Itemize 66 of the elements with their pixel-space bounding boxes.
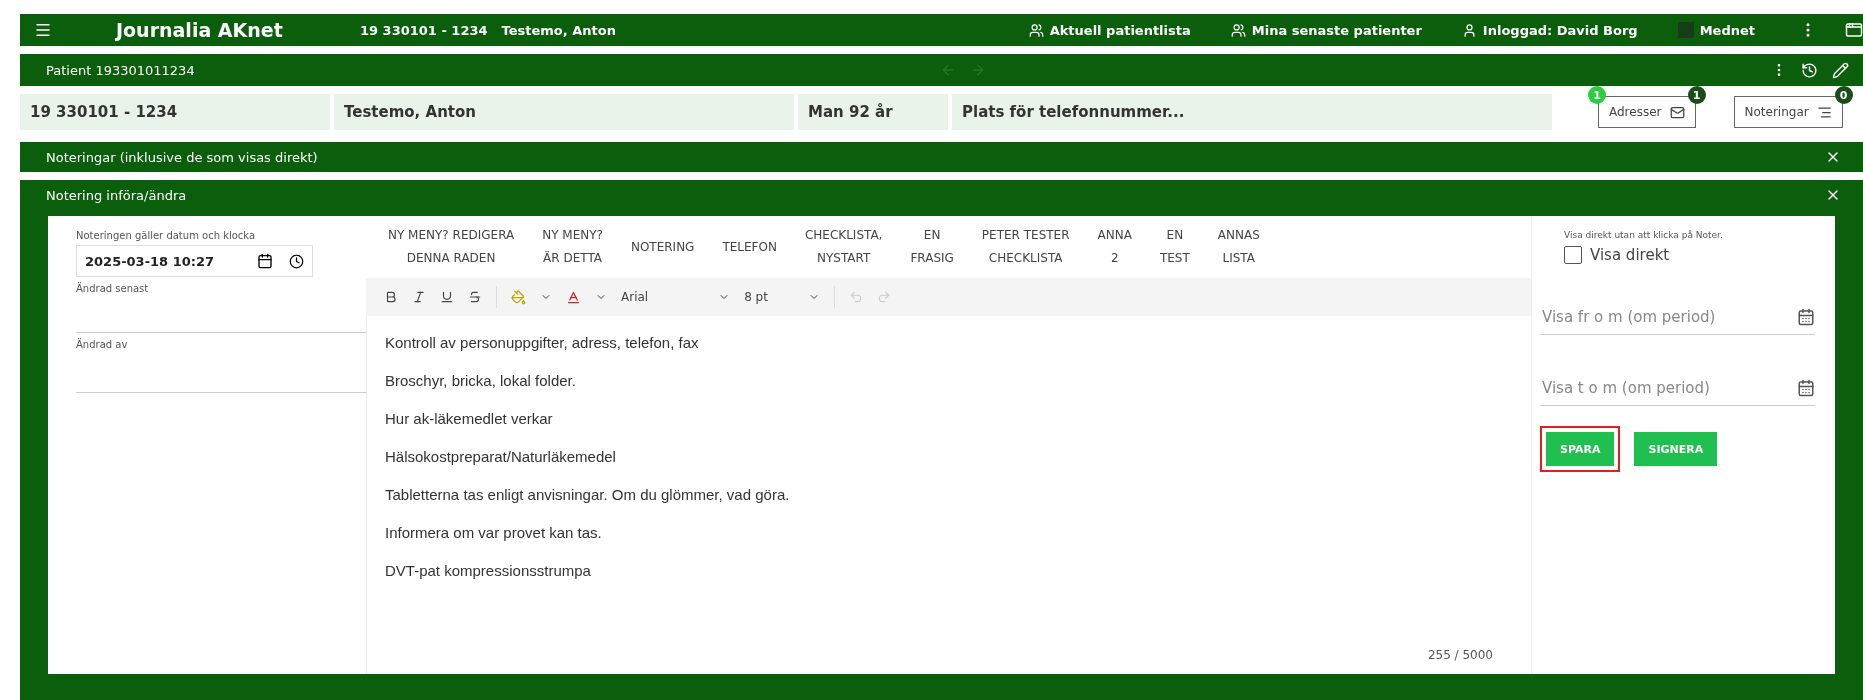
square-icon <box>1677 22 1694 38</box>
editor-line: DVT-pat kompressionsstrumpa <box>385 562 592 579</box>
highlight-color-icon[interactable] <box>511 289 526 305</box>
phrase-menu-item[interactable]: NY MENY? REDIGERA DENNA RADEN <box>376 224 527 270</box>
phrase-menu-item[interactable]: ANNA 2 <box>1085 224 1144 270</box>
app-title: Journalia AKnet <box>116 19 284 41</box>
header-link[interactable]: Inloggad: David Borg <box>1461 22 1638 38</box>
info-cell: Man 92 år <box>798 94 948 130</box>
patient-name: Testemo, Anton <box>501 22 616 38</box>
character-counter: 255 / 5000 <box>1427 648 1493 662</box>
header-link[interactable]: Mednet <box>1677 22 1755 38</box>
group-icon <box>1230 22 1246 38</box>
italic-icon[interactable] <box>412 290 426 304</box>
bold-icon[interactable] <box>384 290 398 304</box>
phrase-menu-item[interactable]: CHECKLISTA, NYSTART <box>792 224 895 270</box>
patient-bar-title: Patient 193301011234 <box>46 62 196 78</box>
phrase-menu-item[interactable]: NY MENY? ÄR DETTA <box>530 224 615 270</box>
phrase-menu-item[interactable]: EN TEST <box>1147 224 1202 270</box>
editor-line: Kontroll av personuppgifter, adress, telefon, fax <box>385 334 700 351</box>
person-icon <box>1461 22 1477 38</box>
phrase-menu-item[interactable]: TELEFON <box>710 235 789 259</box>
phrase-menu-item[interactable]: EN FRASIG <box>898 224 966 270</box>
size-select[interactable]: 8 pt <box>744 290 820 304</box>
calendar-icon[interactable] <box>257 253 273 269</box>
header-link[interactable]: Aktuell patientlista <box>1028 22 1191 38</box>
phrase-menu-item[interactable]: PETER TESTER CHECKLISTA <box>969 224 1082 270</box>
editor-line: Tabletterna tas enligt anvisningar. Om du glömmer, vad göra. <box>385 486 791 503</box>
info-cell: Testemo, Anton <box>334 94 794 130</box>
calendar-icon[interactable] <box>1797 308 1815 326</box>
underline-icon[interactable] <box>440 290 454 304</box>
section-title: Notering införa/ändra <box>46 187 187 203</box>
checkbox[interactable] <box>1564 246 1582 264</box>
phrase-menu-item[interactable]: ANNAS LISTA <box>1205 224 1272 270</box>
count-badge: 1 <box>1588 86 1606 104</box>
strikethrough-icon[interactable] <box>468 290 482 304</box>
count-badge: 0 <box>1834 86 1853 104</box>
calendar-icon[interactable] <box>1797 379 1815 397</box>
lines-icon <box>1816 104 1832 120</box>
group-icon <box>1028 22 1044 38</box>
info-cell: Plats för telefonnummer... <box>952 94 1552 130</box>
clock-icon[interactable] <box>289 253 304 269</box>
mail-icon <box>1669 104 1685 120</box>
field-hint: Visa direkt utan att klicka på Noter. <box>1564 230 1724 240</box>
phrase-menu-item[interactable]: NOTERING <box>618 235 707 259</box>
editor-line: Hälsokostpreparat/Naturläkemedel <box>385 448 617 465</box>
font-select[interactable]: Arial <box>621 290 731 304</box>
editor-line: Informera om var provet kan tas. <box>385 524 603 541</box>
date-field[interactable]: 2025-03-18 10:27 <box>76 245 313 277</box>
field-label: Ändrad av <box>76 339 129 350</box>
info-cell: 19 330101 - 1234 <box>20 94 330 130</box>
editor-line: Broschyr, bricka, lokal folder. <box>385 372 577 389</box>
text-color-icon[interactable] <box>566 289 581 305</box>
date-to-field[interactable]: Visa t o m (om period) <box>1540 378 1797 398</box>
window-icon[interactable] <box>1845 21 1863 39</box>
date-from-field[interactable]: Visa fr o m (om period) <box>1540 307 1797 327</box>
field-label: Noteringen gäller datum och klocka <box>76 230 257 241</box>
header-link[interactable]: Mina senaste patienter <box>1230 22 1422 38</box>
section-title: Noteringar (inklusive de som visas direkt) <box>46 149 318 165</box>
edit-icon[interactable] <box>1832 61 1849 79</box>
count-badge: 1 <box>1687 86 1706 104</box>
editor-line: Hur ak-läkemedlet verkar <box>385 410 554 427</box>
patient-id: 19 330101 - 1234 <box>360 22 488 38</box>
menu-icon[interactable] <box>34 21 52 39</box>
field-label: Ändrad senast <box>76 283 150 294</box>
checkbox-label: Visa direkt <box>1590 246 1670 264</box>
history-icon[interactable] <box>1801 61 1818 79</box>
